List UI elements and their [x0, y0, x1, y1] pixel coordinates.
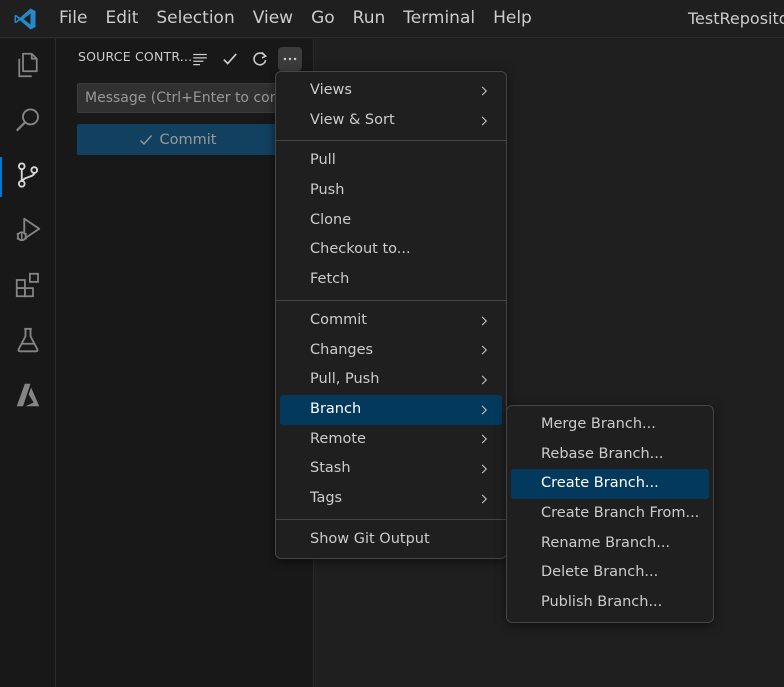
menu-item-view-sort[interactable]: View & Sort: [280, 106, 502, 136]
submenu-item-delete-branch[interactable]: Delete Branch...: [511, 558, 709, 588]
menu-item-stash[interactable]: Stash: [280, 454, 502, 484]
refresh-button[interactable]: [248, 47, 272, 71]
menu-item-label: Pull, Push: [310, 371, 380, 388]
chevron-right-icon: [478, 484, 490, 514]
menu-separator: [276, 140, 506, 142]
menu-item-remote[interactable]: Remote: [280, 425, 502, 455]
menu-bar: File Edit Selection View Go Run Terminal…: [50, 0, 541, 38]
submenu-item-label: Rebase Branch...: [541, 445, 664, 462]
testing-icon[interactable]: [10, 322, 46, 358]
chevron-right-icon: [478, 76, 490, 106]
chevron-right-icon: [478, 336, 490, 366]
menu-edit[interactable]: Edit: [96, 0, 147, 38]
azure-icon[interactable]: [10, 377, 46, 413]
view-as-list-button[interactable]: [188, 47, 212, 71]
menu-item-changes[interactable]: Changes: [280, 336, 502, 366]
menu-item-label: Remote: [310, 430, 366, 447]
submenu-item-label: Delete Branch...: [541, 564, 659, 581]
menu-item-checkout-to[interactable]: Checkout to...: [280, 235, 502, 265]
menu-item-fetch[interactable]: Fetch: [280, 265, 502, 295]
vscode-logo-icon: [13, 7, 37, 31]
menu-separator: [276, 518, 506, 520]
submenu-item-label: Publish Branch...: [541, 594, 663, 611]
menu-item-label: Checkout to...: [310, 241, 411, 258]
submenu-item-label: Create Branch From...: [541, 505, 700, 522]
menu-help[interactable]: Help: [484, 0, 541, 38]
list-icon: [193, 53, 207, 66]
active-indicator: [0, 157, 2, 197]
check-icon: [139, 134, 152, 145]
source-control-icon[interactable]: [10, 157, 46, 193]
submenu-item-rename-branch[interactable]: Rename Branch...: [511, 529, 709, 559]
menu-item-branch[interactable]: Branch: [280, 394, 502, 425]
branch-submenu: Merge Branch... Rebase Branch... Create Br…: [506, 405, 714, 623]
menu-item-label: Push: [310, 182, 345, 199]
chevron-right-icon: [478, 106, 490, 136]
menu-item-label: Branch: [310, 400, 362, 417]
menu-item-views[interactable]: Views: [280, 76, 502, 106]
menu-go[interactable]: Go: [302, 0, 344, 38]
menu-item-push[interactable]: Push: [280, 176, 502, 206]
submenu-item-create-branch[interactable]: Create Branch...: [511, 469, 709, 500]
menu-item-label: Commit: [310, 311, 367, 328]
sidebar-actions: [188, 47, 302, 71]
menu-item-pull-push[interactable]: Pull, Push: [280, 365, 502, 395]
refresh-icon: [253, 51, 267, 66]
submenu-item-merge-branch[interactable]: Merge Branch...: [511, 410, 709, 440]
menu-item-label: Changes: [310, 341, 374, 358]
menu-item-show-git-output[interactable]: Show Git Output: [280, 525, 502, 555]
chevron-right-icon: [478, 306, 490, 336]
submenu-item-label: Rename Branch...: [541, 534, 671, 551]
window-title: TestRepositor: [688, 9, 784, 28]
run-debug-icon[interactable]: [10, 212, 46, 248]
commit-button-label: Commit: [159, 131, 217, 148]
sidebar-title: SOURCE CONTR...: [78, 49, 193, 64]
explorer-icon[interactable]: [10, 47, 46, 83]
menu-item-label: Tags: [310, 489, 343, 506]
menu-item-commit[interactable]: Commit: [280, 306, 502, 336]
search-icon[interactable]: [10, 102, 46, 138]
menu-terminal[interactable]: Terminal: [394, 0, 484, 38]
menu-item-label: Pull: [310, 152, 336, 169]
menu-run[interactable]: Run: [344, 0, 395, 38]
menu-item-tags[interactable]: Tags: [280, 484, 502, 514]
more-actions-menu: Views View & Sort Pull Push Clone Checkout to…: [275, 71, 507, 560]
menu-file[interactable]: File: [50, 0, 96, 38]
menu-item-pull[interactable]: Pull: [280, 146, 502, 176]
submenu-item-publish-branch[interactable]: Publish Branch...: [511, 588, 709, 618]
menu-item-label: Clone: [310, 211, 352, 228]
commit-message-input[interactable]: Message (Ctrl+Enter to comm: [77, 83, 307, 113]
menu-item-label: Show Git Output: [310, 530, 430, 547]
chevron-right-icon: [478, 365, 490, 395]
submenu-item-label: Create Branch...: [541, 475, 659, 492]
commit-check-button[interactable]: [218, 47, 242, 71]
title-bar: File Edit Selection View Go Run Terminal…: [0, 0, 784, 38]
commit-button[interactable]: Commit: [77, 124, 277, 155]
menu-item-label: View & Sort: [310, 111, 395, 128]
submenu-item-label: Merge Branch...: [541, 416, 656, 432]
submenu-item-create-branch-from[interactable]: Create Branch From...: [511, 499, 709, 529]
activity-bar: [0, 39, 56, 687]
menu-item-clone[interactable]: Clone: [280, 206, 502, 236]
menu-item-label: Views: [310, 82, 352, 98]
check-icon: [223, 53, 237, 65]
more-actions-button[interactable]: [278, 47, 302, 71]
submenu-item-rebase-branch[interactable]: Rebase Branch...: [511, 440, 709, 470]
chevron-right-icon: [478, 454, 490, 484]
menu-item-label: Fetch: [310, 271, 350, 288]
menu-selection[interactable]: Selection: [147, 0, 243, 38]
menu-separator: [276, 299, 506, 301]
ellipsis-icon: [283, 57, 297, 61]
menu-view[interactable]: View: [244, 0, 302, 38]
chevron-right-icon: [478, 425, 490, 455]
menu-item-label: Stash: [310, 460, 351, 477]
extensions-icon[interactable]: [10, 267, 46, 303]
chevron-right-icon: [478, 395, 490, 425]
